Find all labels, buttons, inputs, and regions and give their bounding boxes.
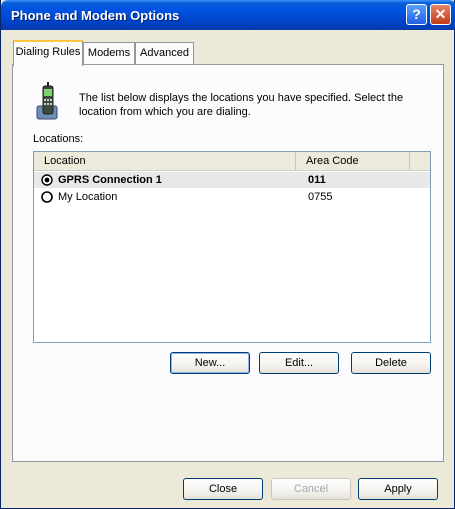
window-title: Phone and Modem Options: [11, 8, 180, 23]
description-text: The list below displays the locations yo…: [79, 92, 404, 118]
button-label: Close: [208, 483, 238, 495]
dialing-rules-panel: The list below displays the locations yo…: [12, 64, 444, 462]
radio-unselected-icon: [41, 191, 53, 203]
tab-dialing-rules[interactable]: Dialing Rules: [13, 40, 83, 66]
location-name: GPRS Connection 1: [58, 174, 162, 186]
column-header-area-code[interactable]: Area Code: [296, 152, 410, 170]
list-item[interactable]: GPRS Connection 1 011: [34, 172, 430, 188]
radio-selected-icon: [41, 174, 53, 186]
tab-modems[interactable]: Modems: [83, 42, 135, 64]
tab-label: Advanced: [140, 47, 189, 59]
close-icon: ✕: [434, 6, 447, 22]
button-label: New...: [194, 357, 226, 369]
column-header-location[interactable]: Location: [34, 152, 296, 170]
tab-advanced[interactable]: Advanced: [135, 42, 194, 64]
button-label: Edit...: [284, 357, 314, 369]
cancel-button[interactable]: Cancel: [271, 478, 351, 500]
area-code: 0755: [308, 191, 333, 203]
button-label: Apply: [384, 483, 412, 495]
close-window-button[interactable]: ✕: [430, 4, 451, 25]
new-button[interactable]: New...: [170, 352, 250, 374]
delete-button[interactable]: Delete: [351, 352, 431, 374]
edit-button[interactable]: Edit...: [259, 352, 339, 374]
list-header: Location Area Code: [34, 152, 430, 171]
locations-label: Locations:: [33, 133, 84, 145]
help-icon: ?: [412, 6, 421, 22]
area-code: 011: [308, 174, 326, 186]
mobile-phone-icon: [36, 82, 58, 120]
tab-label: Dialing Rules: [15, 46, 81, 58]
phone-modem-options-window: Phone and Modem Options ? ✕ Dialing Rule…: [0, 0, 455, 509]
button-label: Cancel: [293, 483, 329, 495]
close-button[interactable]: Close: [183, 478, 263, 500]
tab-label: Modems: [87, 47, 131, 59]
list-item[interactable]: My Location 0755: [34, 189, 430, 205]
help-button[interactable]: ?: [406, 4, 427, 25]
location-name: My Location: [58, 191, 118, 203]
apply-button[interactable]: Apply: [358, 478, 438, 500]
locations-list[interactable]: Location Area Code GPRS Connection 1 011…: [33, 151, 431, 343]
button-label: Delete: [375, 357, 407, 369]
title-bar[interactable]: Phone and Modem Options ? ✕: [1, 0, 455, 30]
